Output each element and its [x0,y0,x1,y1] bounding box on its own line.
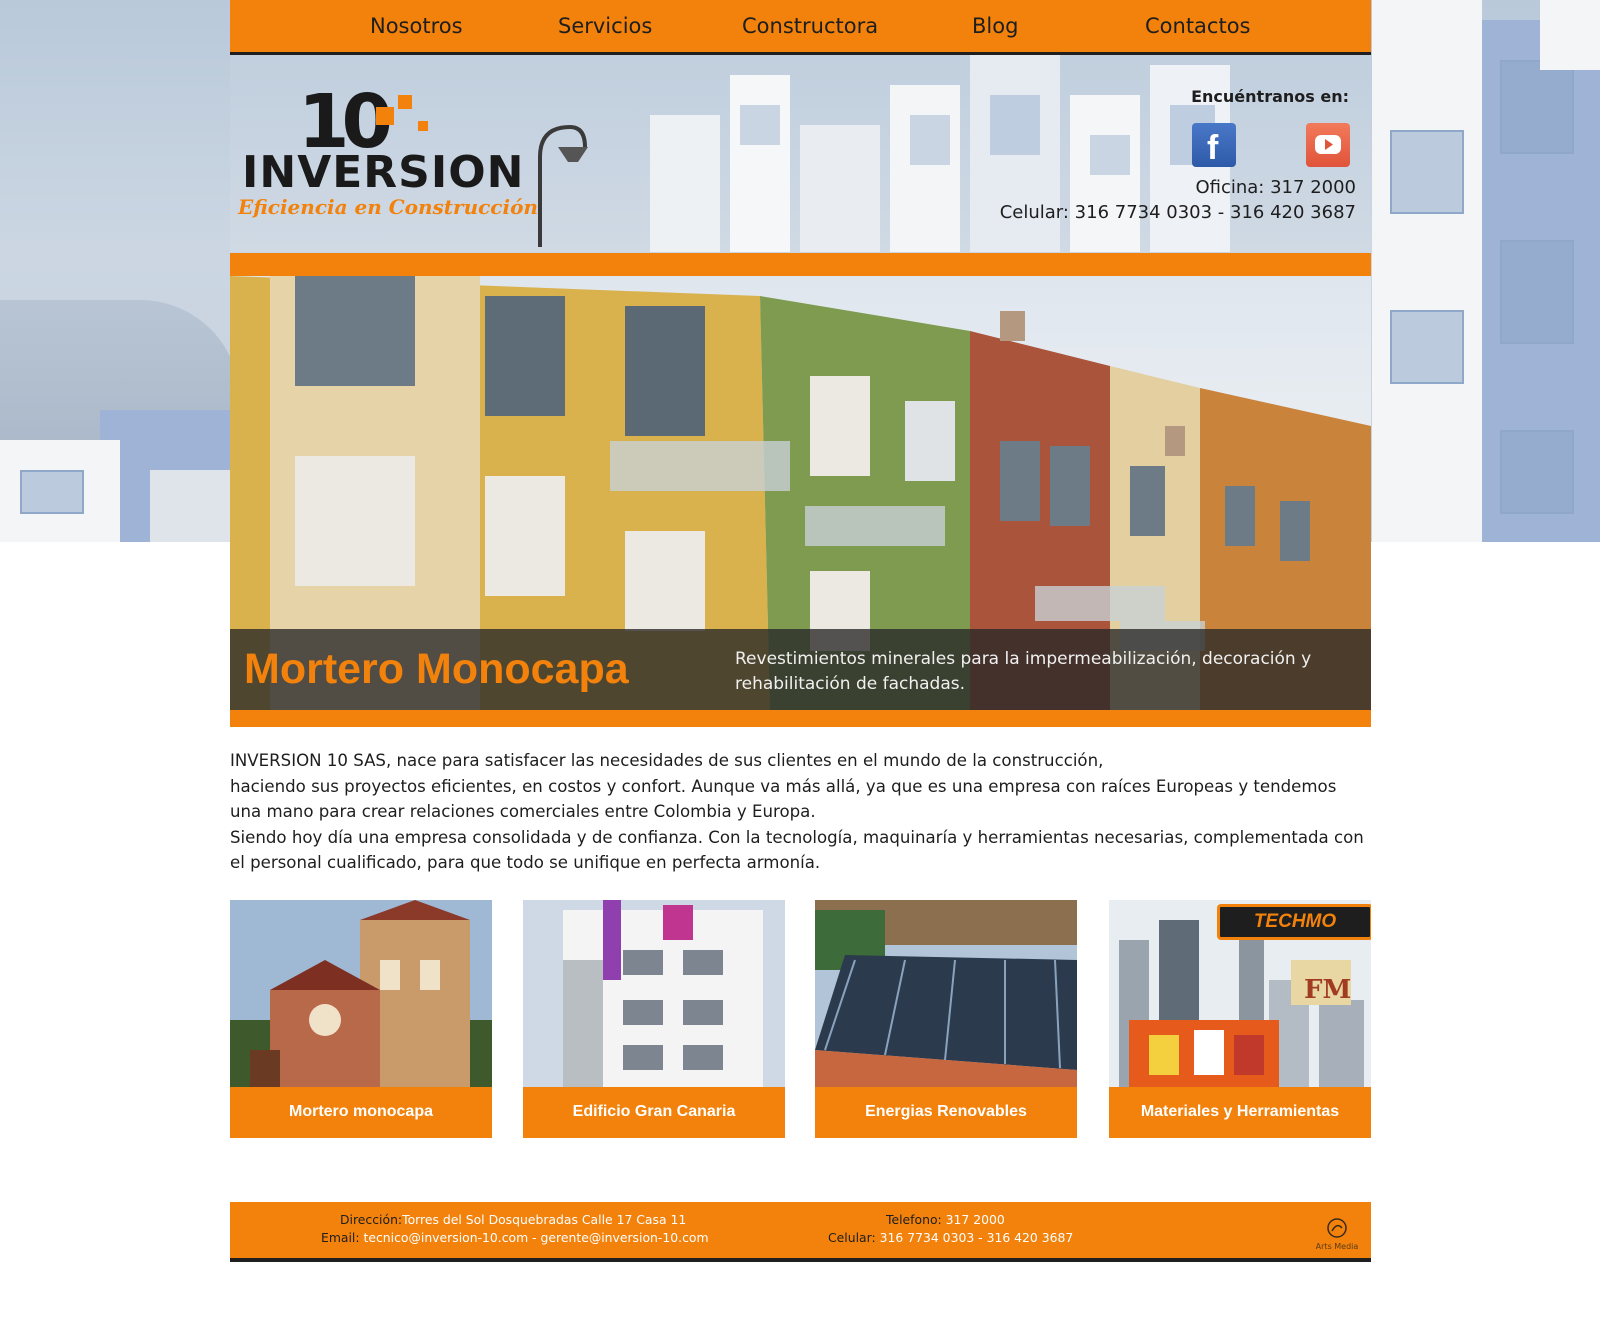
cell-phone-numbers: 316 7734 0303 - 316 420 3687 [1074,202,1356,223]
background-building [1540,0,1600,70]
background-window [1500,430,1574,514]
card-image [523,900,785,1087]
hero-slider[interactable]: Mortero Monocapa Revestimientos minerale… [230,276,1371,710]
techmo-logo: TECHMO [1217,904,1371,940]
intro-paragraph: haciendo sus proyectos eficientes, en co… [230,776,1337,822]
svg-text:f: f [1207,129,1219,167]
footer-phone-label: Telefono: [886,1212,942,1227]
arts-media-label: Arts Media [1315,1242,1359,1251]
background-window [20,470,84,514]
slider-title: Mortero Monocapa [244,645,629,693]
slider-bottom-bar [230,710,1371,727]
card-energias-renovables[interactable]: Energias Renovables [815,900,1077,1140]
nav-item-blog[interactable]: Blog [972,14,1018,38]
youtube-icon[interactable] [1306,123,1350,167]
background-building [150,470,240,542]
slider-top-bar [230,253,1371,276]
footer-cell: Celular: 316 7734 0303 - 316 420 3687 [828,1230,1073,1245]
cell-phones: Celular: 316 7734 0303 - 316 420 3687 [1000,202,1356,223]
slider-description: Revestimientos minerales para la imperme… [735,649,1312,694]
logo-square [418,121,428,131]
footer-address-label: Dirección: [340,1212,403,1227]
arts-media-logo-icon [1327,1218,1347,1238]
facebook-icon[interactable]: f [1192,123,1236,167]
nav-item-contactos[interactable]: Contactos [1145,14,1251,38]
card-label: Mortero monocapa [230,1087,492,1138]
card-image: TECHMO FM [1109,900,1371,1087]
footer-address-value: Torres del Sol Dosquebradas Calle 17 Cas… [402,1212,687,1227]
background-window [1500,240,1574,344]
arts-media-credit[interactable]: Arts Media [1315,1216,1359,1251]
footer-address: Dirección:Torres del Sol Dosquebradas Ca… [340,1212,686,1227]
intro-text: INVERSION 10 SAS, nace para satisfacer l… [230,748,1371,876]
footer-email-links[interactable]: tecnico@inversion-10.com - gerente@inver… [364,1230,709,1245]
card-materiales-herramientas[interactable]: TECHMO FM Materiales y Herramientas [1109,900,1371,1140]
footer-phone-value: 317 2000 [945,1212,1005,1227]
card-mortero-monocapa[interactable]: Mortero monocapa [230,900,492,1140]
site-header: 10 INVERSION Eficiencia en Construcción … [230,55,1371,252]
footer-cell-label: Celular: [828,1230,876,1245]
background-window [1390,130,1464,214]
logo-name: INVERSION [242,147,525,198]
logo-square [376,107,394,125]
office-phone: Oficina: 317 2000 [1195,177,1356,198]
site-logo[interactable]: 10 INVERSION Eficiencia en Construcción [238,85,538,225]
logo-square [398,95,412,109]
footer-cell-value: 316 7734 0303 - 316 420 3687 [879,1230,1074,1245]
background-building [1372,0,1482,542]
card-image [230,900,492,1087]
background-window [1390,310,1464,384]
logo-slogan: Eficiencia en Construcción [238,195,538,219]
slider-caption: Mortero Monocapa Revestimientos minerale… [230,629,1371,710]
nav-item-constructora[interactable]: Constructora [742,14,878,38]
find-us-label: Encuéntranos en: [1191,87,1349,106]
card-image [815,900,1077,1087]
card-edificio-gran-canaria[interactable]: Edificio Gran Canaria [523,900,785,1140]
background-window [1500,60,1574,154]
street-lamp-illustration [538,124,588,247]
nav-item-nosotros[interactable]: Nosotros [370,14,463,38]
cell-label: Celular: [999,202,1069,223]
footer-email-label: Email: [321,1230,360,1245]
card-label: Edificio Gran Canaria [523,1087,785,1138]
card-label: Materiales y Herramientas [1109,1087,1371,1138]
site-footer: Dirección:Torres del Sol Dosquebradas Ca… [230,1202,1371,1262]
main-nav: Nosotros Servicios Constructora Blog Con… [230,0,1371,55]
card-label: Energias Renovables [815,1087,1077,1138]
footer-phone: Telefono: 317 2000 [886,1212,1005,1227]
nav-item-servicios[interactable]: Servicios [558,14,652,38]
intro-paragraph: Siendo hoy día una empresa consolidada y… [230,827,1364,873]
footer-email: Email: tecnico@inversion-10.com - gerent… [321,1230,709,1245]
fm-logo: FM [1304,975,1352,1005]
intro-paragraph: INVERSION 10 SAS, nace para satisfacer l… [230,751,1104,770]
office-label: Oficina: [1195,177,1265,198]
office-phone-number: 317 2000 [1270,177,1356,198]
